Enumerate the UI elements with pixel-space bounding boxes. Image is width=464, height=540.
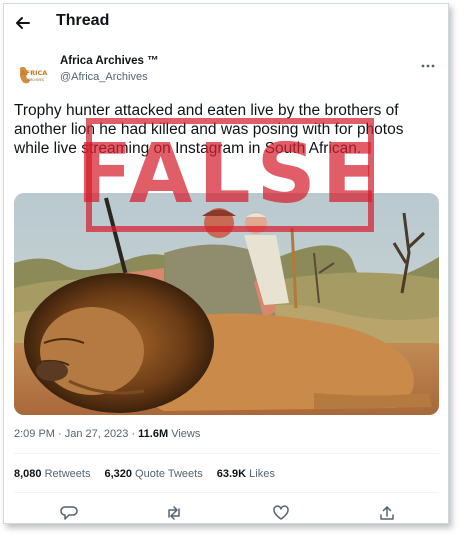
retweets-label: Retweets [41,468,91,480]
author-name[interactable]: Africa Archives ™ [60,55,159,67]
more-horizontal-icon[interactable] [420,58,436,68]
retweet-icon[interactable] [165,504,183,522]
heart-icon[interactable] [272,504,290,522]
retweets-count: 8,080 [14,468,42,480]
views-label: Views [168,428,201,440]
tweet-stats: 8,080 Retweets 6,320 Quote Tweets 63.9K … [14,468,275,480]
quotes-stat[interactable]: 6,320 Quote Tweets [104,468,202,480]
tweet-author: AFRICA ARCHIVES Africa Archives ™ @Afric… [4,50,448,94]
share-icon[interactable] [378,504,396,522]
tweet-actions [4,504,448,523]
arrow-left-icon[interactable] [13,13,33,33]
quotes-label: Quote Tweets [131,468,203,480]
hunter-lion-image [14,193,439,415]
divider [14,453,439,454]
meta-separator: · [54,428,65,440]
tweet-window: Thread AFRICA ARCHIVES Africa Archives ™… [3,3,449,524]
avatar[interactable]: AFRICA ARCHIVES [14,54,52,92]
author-handle[interactable]: @Africa_Archives [60,71,148,83]
quotes-count: 6,320 [104,468,132,480]
retweets-stat[interactable]: 8,080 Retweets [14,468,90,480]
tweet-time[interactable]: 2:09 PM [14,428,55,440]
likes-count: 63.9K [216,468,247,480]
top-bar: Thread [4,4,448,40]
likes-stat[interactable]: 63.9K Likes [217,468,275,480]
tweet-meta: 2:09 PM · Jan 27, 2023 · 11.6M Views [14,428,200,440]
reply-icon[interactable] [60,504,78,522]
tweet-text: Trophy hunter attacked and eaten live by… [14,102,404,157]
tweet-photo[interactable] [14,193,439,415]
avatar-logo-text: AFRICA [21,69,48,77]
views-count: 11.6M [138,428,169,440]
likes-label: Likes [246,468,275,480]
divider [14,492,439,493]
page-title: Thread [56,12,110,29]
tweet-date[interactable]: Jan 27, 2023 [65,428,129,440]
avatar-logo-subtext: ARCHIVES [28,78,44,82]
